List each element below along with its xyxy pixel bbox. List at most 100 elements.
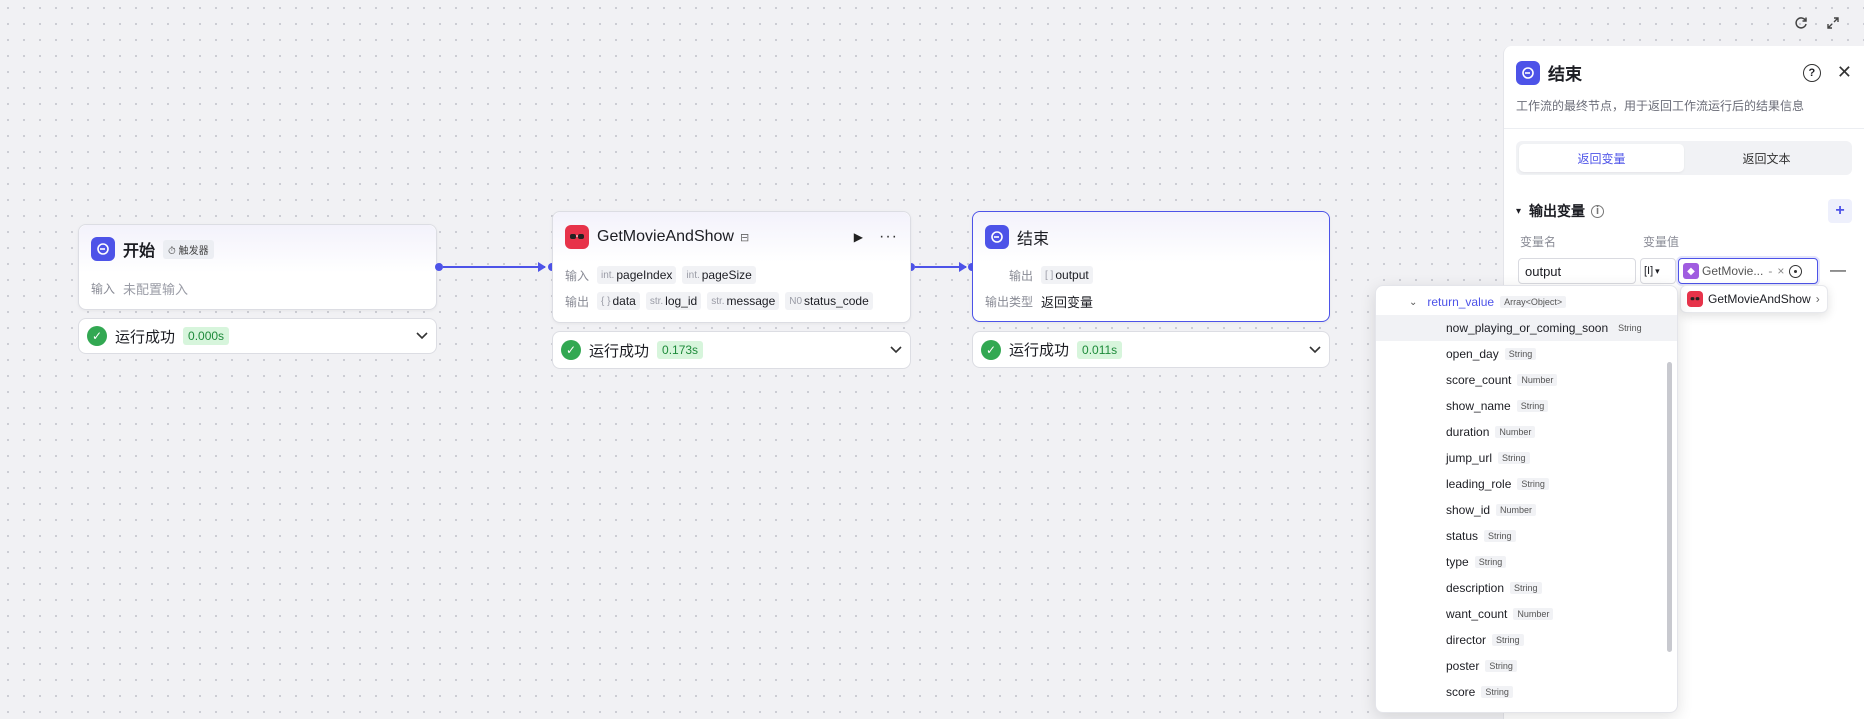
remove-variable-button[interactable]: — bbox=[1830, 262, 1846, 280]
help-icon[interactable]: ? bbox=[1802, 63, 1821, 82]
end-icon bbox=[985, 225, 1009, 249]
movie-status-time: 0.173s bbox=[657, 341, 704, 359]
tree-field-item[interactable]: score String bbox=[1376, 679, 1677, 705]
store-icon: ⊟ bbox=[739, 231, 750, 244]
var-name-input[interactable]: output bbox=[1518, 258, 1636, 284]
end-status-time: 0.011s bbox=[1077, 340, 1123, 359]
tree-field-item[interactable]: poster String bbox=[1376, 653, 1677, 679]
field-type: Number bbox=[1495, 426, 1536, 438]
trigger-badge-label: 触发器 bbox=[178, 245, 209, 257]
panel-description: 工作流的最终节点，用于返回工作流运行后的结果信息 bbox=[1504, 85, 1864, 129]
field-name: type bbox=[1446, 555, 1469, 569]
return-mode-toggle: 返回变量 返回文本 bbox=[1516, 141, 1852, 175]
movie-output-label: 输出 bbox=[565, 294, 590, 309]
field-name: score_count bbox=[1446, 373, 1512, 387]
chevron-down-icon[interactable] bbox=[1309, 343, 1321, 357]
start-status-bar[interactable]: ✓ 运行成功 0.000s bbox=[78, 318, 437, 354]
movie-status-bar[interactable]: ✓ 运行成功 0.173s bbox=[552, 331, 911, 369]
tab-return-variable[interactable]: 返回变量 bbox=[1519, 144, 1684, 172]
param-type: N0 bbox=[789, 295, 803, 307]
more-icon[interactable]: ··· bbox=[879, 228, 898, 246]
field-type: String bbox=[1474, 556, 1507, 568]
field-name: jump_url bbox=[1446, 451, 1493, 465]
var-value-reference[interactable]: ◆ GetMovie... - × bbox=[1678, 258, 1818, 284]
start-out-port[interactable] bbox=[435, 263, 443, 271]
tree-field-item[interactable]: now_playing_or_coming_soon String bbox=[1376, 315, 1677, 341]
edge-start-to-movie bbox=[443, 262, 546, 272]
start-input-label: 输入 bbox=[91, 281, 116, 296]
tree-field-item[interactable]: duration Number bbox=[1376, 419, 1677, 445]
tree-root-item[interactable]: ⌄ return_value Array<Object> bbox=[1376, 289, 1677, 315]
input-param-tag: int. pageSize bbox=[682, 266, 756, 284]
end-output-type-label: 输出类型 bbox=[985, 294, 1034, 309]
param-name: message bbox=[726, 294, 776, 308]
param-type: [ ] bbox=[1045, 269, 1054, 281]
close-icon[interactable]: ✕ bbox=[1837, 62, 1852, 83]
panel-title: 结束 bbox=[1548, 65, 1582, 84]
param-type: { } bbox=[601, 295, 611, 307]
end-status-bar[interactable]: ✓ 运行成功 0.011s bbox=[972, 331, 1330, 368]
end-node[interactable]: 结束 输出 [ ] output 输出类型 返回变量 bbox=[972, 211, 1330, 322]
start-node[interactable]: 开始 ⏱ 触发器 输入 未配置输入 bbox=[78, 224, 437, 310]
start-node-header: 开始 ⏱ 触发器 bbox=[79, 225, 436, 273]
column-var-value: 变量值 bbox=[1643, 235, 1680, 249]
column-var-name: 变量名 bbox=[1520, 235, 1557, 249]
target-icon[interactable] bbox=[1789, 264, 1803, 278]
tree-field-item[interactable]: jump_url String bbox=[1376, 445, 1677, 471]
chevron-down-icon[interactable] bbox=[890, 343, 902, 357]
tree-field-item[interactable]: score_count Number bbox=[1376, 367, 1677, 393]
refresh-icon[interactable] bbox=[1790, 12, 1812, 34]
field-type: String bbox=[1481, 686, 1513, 698]
tree-field-item[interactable]: open_day String bbox=[1376, 341, 1677, 367]
add-variable-button[interactable]: + bbox=[1828, 199, 1852, 223]
tree-field-item[interactable]: show_id Number bbox=[1376, 497, 1677, 523]
tree-field-item[interactable]: type String bbox=[1376, 549, 1677, 575]
source-node-popover[interactable]: GetMovieAndShow › bbox=[1680, 285, 1828, 313]
tree-field-item[interactable]: description String bbox=[1376, 575, 1677, 601]
movie-input-label: 输入 bbox=[565, 268, 590, 283]
field-type: String bbox=[1504, 348, 1537, 360]
field-type: String bbox=[1516, 400, 1549, 412]
tree-field-item[interactable]: status String bbox=[1376, 523, 1677, 549]
tree-field-item[interactable]: leading_role String bbox=[1376, 471, 1677, 497]
param-name: status_code bbox=[804, 294, 869, 308]
start-input-value: 未配置输入 bbox=[123, 281, 189, 297]
play-icon[interactable]: ▶ bbox=[854, 230, 863, 244]
field-type: Number bbox=[1517, 374, 1558, 386]
chevron-down-icon[interactable] bbox=[416, 329, 428, 343]
param-type: int. bbox=[601, 269, 615, 281]
variable-picker-dropdown: ⌄ return_value Array<Object> now_playing… bbox=[1375, 285, 1678, 713]
field-type: String bbox=[1485, 660, 1517, 672]
field-type: Number bbox=[1513, 608, 1554, 620]
end-status-text: 运行成功 bbox=[1009, 342, 1070, 359]
clear-icon[interactable]: × bbox=[1777, 264, 1784, 278]
movie-node[interactable]: GetMovieAndShow ⊟ ▶ ··· 输入 int. pageIndex… bbox=[552, 211, 911, 323]
expand-icon[interactable] bbox=[1822, 12, 1844, 34]
tab-return-text[interactable]: 返回文本 bbox=[1684, 144, 1849, 172]
field-name: leading_role bbox=[1446, 477, 1512, 491]
param-name: pageSize bbox=[701, 268, 752, 282]
tree-field-item[interactable]: show_name String bbox=[1376, 393, 1677, 419]
end-icon bbox=[1516, 60, 1540, 85]
start-node-title: 开始 bbox=[123, 243, 156, 260]
field-name: status bbox=[1446, 529, 1479, 543]
field-type: String bbox=[1517, 478, 1549, 490]
end-output-label: 输出 bbox=[1008, 268, 1033, 283]
plugin-icon bbox=[565, 225, 589, 249]
field-name: show_name bbox=[1446, 399, 1511, 413]
end-output-tag: [ ] output bbox=[1041, 266, 1093, 284]
field-name: want_count bbox=[1446, 607, 1508, 621]
scrollbar[interactable] bbox=[1667, 362, 1672, 652]
ref-node-name: GetMovie... bbox=[1702, 264, 1764, 278]
info-icon[interactable]: i bbox=[1591, 204, 1605, 218]
movie-node-header: GetMovieAndShow ⊟ ▶ ··· bbox=[553, 212, 910, 262]
tree-field-item[interactable]: want_count Number bbox=[1376, 601, 1677, 627]
field-name: now_playing_or_coming_soon bbox=[1446, 321, 1609, 335]
tree-field-item[interactable]: director String bbox=[1376, 627, 1677, 653]
trigger-badge: ⏱ 触发器 bbox=[163, 239, 214, 259]
field-name: score bbox=[1446, 685, 1476, 699]
chevron-right-icon: › bbox=[1815, 292, 1820, 306]
collapse-chevron-icon[interactable]: ▾ bbox=[1516, 206, 1521, 217]
var-type-value: [I] bbox=[1644, 265, 1654, 277]
var-type-select[interactable]: [I] ▾ bbox=[1640, 258, 1676, 284]
